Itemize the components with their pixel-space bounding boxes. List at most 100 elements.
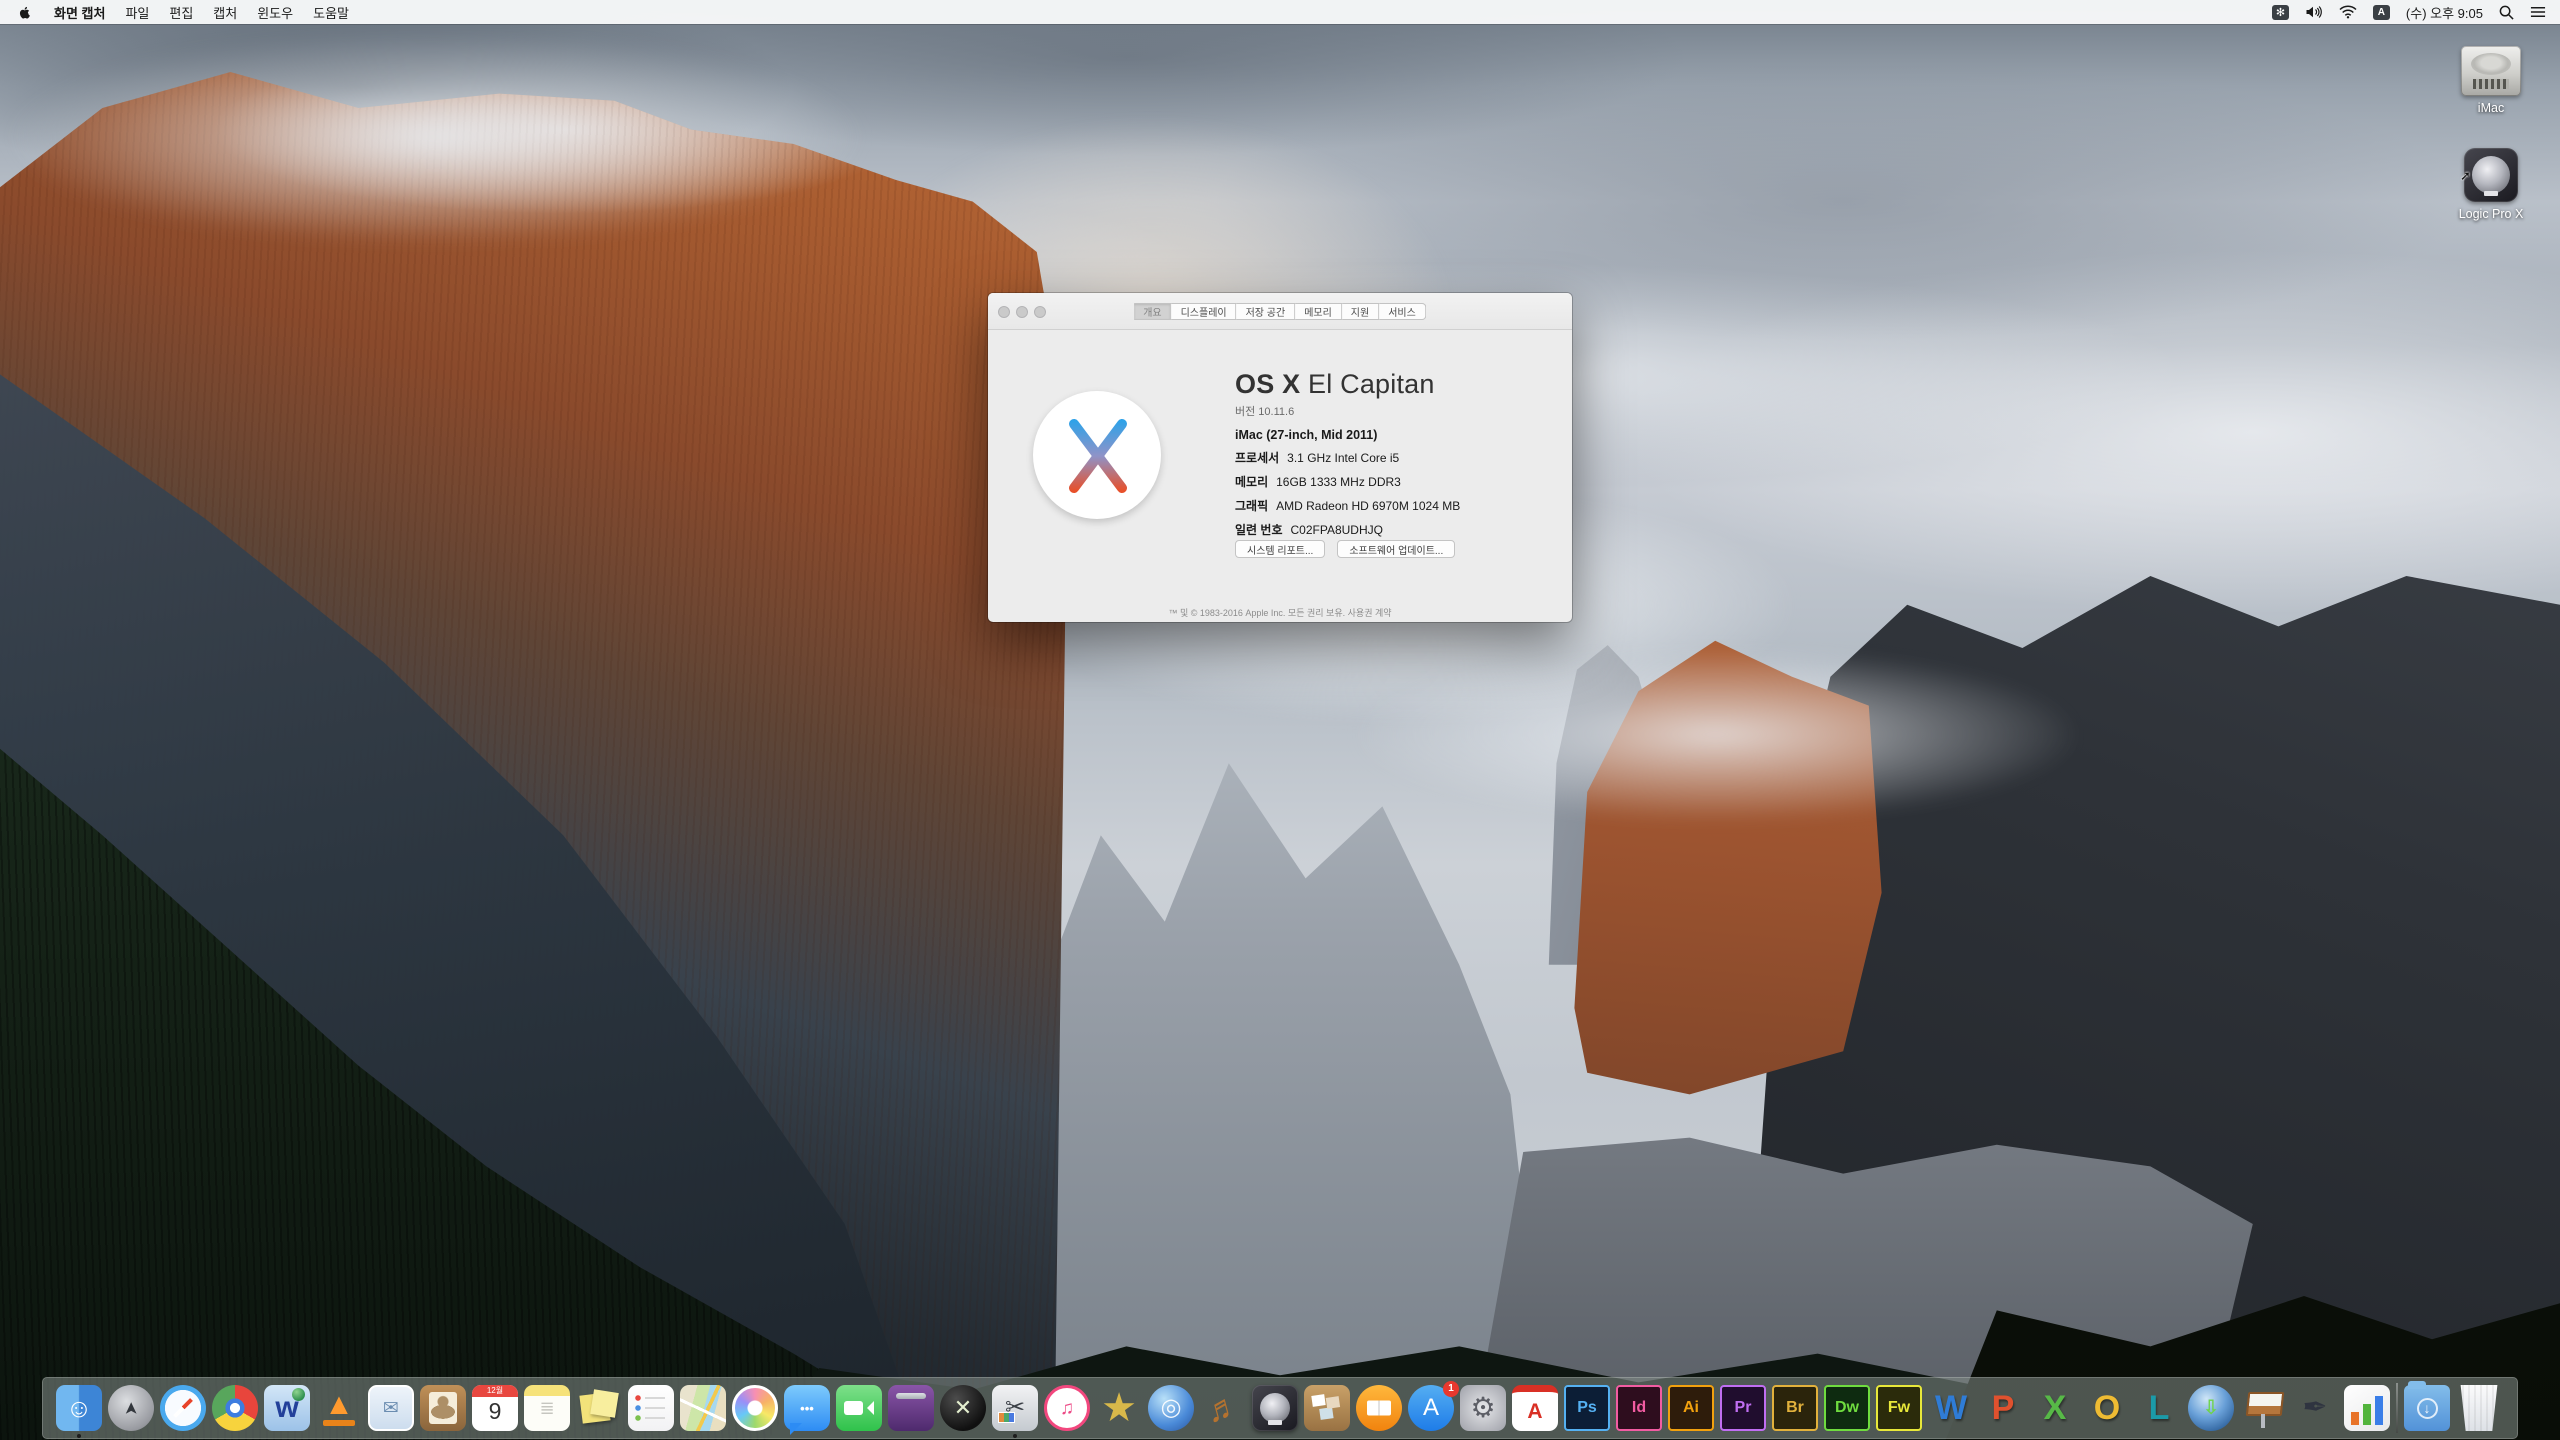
dock-item-webhard[interactable]: w [264,1385,310,1431]
dock-item-system-preferences[interactable]: ⚙ [1460,1385,1506,1431]
window-titlebar[interactable]: 개요디스플레이저장 공간메모리지원 서비스 [988,293,1572,330]
zoom-button[interactable] [1034,306,1046,318]
dock-item-reminders[interactable] [628,1385,674,1431]
dock-item-keynote[interactable] [2240,1385,2286,1431]
traffic-lights [998,306,1046,318]
spec-row: 일련 번호 C02FPA8UDHJQ [1235,521,1460,538]
dock-item-pages[interactable]: ✒ [2292,1385,2338,1431]
input-source-indicator[interactable]: A [2373,5,2390,20]
dock-item-internet-downloader[interactable]: ⇩ [2188,1385,2234,1431]
wallpaper-sky [0,0,2560,1440]
dock-item-app-store[interactable]: A1 [1408,1385,1454,1431]
ibooks-icon [1356,1385,1402,1431]
dock-item-finder[interactable]: ☺ [56,1385,102,1431]
powerpoint-icon: P [1980,1385,2026,1431]
dock-item-calendar[interactable]: 12월9 [472,1385,518,1431]
dock-item-safari[interactable] [160,1385,206,1431]
dock-item-garageband[interactable]: ♬ [1200,1385,1246,1431]
trash-icon [2456,1385,2502,1431]
dock-item-premiere[interactable]: Pr [1720,1385,1766,1431]
tab-label: 서비스 [1388,304,1416,319]
dock-item-numbers[interactable] [2344,1385,2390,1431]
menubar-menu[interactable]: 캡처 [213,3,237,22]
spec-value: 3.1 GHz Intel Core i5 [1287,451,1399,465]
dock-item-word[interactable]: W [1928,1385,1974,1431]
system-report-button[interactable]: 시스템 리포트... [1235,540,1325,558]
dock-item-fireworks[interactable]: Fw [1876,1385,1922,1431]
fan-control-icon[interactable]: ✻ [2272,5,2289,20]
dock-item-logic-pro-x[interactable] [1252,1385,1298,1431]
about-tab[interactable]: 디스플레이 [1172,303,1237,320]
spec-label: 프로세서 [1235,449,1279,466]
notification-center-icon[interactable] [2530,5,2546,19]
volume-icon[interactable] [2305,5,2323,19]
about-tab[interactable]: 서비스 [1379,303,1426,320]
spec-label: 일련 번호 [1235,521,1283,538]
dock-item-photoshop[interactable]: Ps [1564,1385,1610,1431]
os-title-strong: OS X [1235,369,1300,399]
dock-item-x-app[interactable]: ✕ [940,1385,986,1431]
menubar-menu[interactable]: 윈도우 [257,3,293,22]
wallpaper-snowy-ridges [0,0,2560,1440]
dock-item-bridge[interactable]: Br [1772,1385,1818,1431]
dock-item-vlc[interactable]: ▲ [316,1385,362,1431]
spec-list: 프로세서 3.1 GHz Intel Core i5 메모리 16GB 1333… [1235,449,1460,538]
desktop-icon-logic-pro-x[interactable]: ➚ Logic Pro X [2446,148,2536,221]
dock-item-ibooks[interactable] [1356,1385,1402,1431]
excel-icon: X [2032,1385,2078,1431]
menubar-app-name[interactable]: 화면 캡처 [54,3,105,22]
license-agreement-link[interactable]: 사용권 계약 [1348,608,1392,618]
about-tab[interactable]: 저장 공간 [1237,303,1296,320]
menubar-menu[interactable]: 편집 [169,3,193,22]
about-this-mac-window: 개요디스플레이저장 공간메모리지원서비스 OS X El Capitan 버전 … [988,293,1572,622]
dock-item-maps[interactable] [680,1385,726,1431]
dock-item-mail[interactable]: ✉ [368,1385,414,1431]
dock-item-screen-capture[interactable]: ✂ [992,1385,1038,1431]
dock-item-powerpoint[interactable]: P [1980,1385,2026,1431]
software-update-button[interactable]: 소프트웨어 업데이트... [1337,540,1455,558]
menu-bar-clock[interactable]: (수) 오후 9:05 [2406,3,2483,22]
dock-item-stickies[interactable] [576,1385,622,1431]
dock-item-messages[interactable]: ••• [784,1385,830,1431]
menubar-menu[interactable]: 도움말 [313,3,349,22]
chrome-icon [212,1385,258,1431]
close-button[interactable] [998,306,1010,318]
about-buttons: 시스템 리포트... 소프트웨어 업데이트... [1235,540,1455,558]
dock-item-iweb[interactable] [1304,1385,1350,1431]
wallpaper-snow-slope [0,0,2560,1440]
wallpaper-rock-fog [0,29,870,245]
dock-item-lync[interactable]: L [2136,1385,2182,1431]
wallpaper-rock-shadow [0,0,2560,1440]
dock-item-illustrator[interactable]: Ai [1668,1385,1714,1431]
dock-item-acrobat-reader[interactable]: A [1512,1385,1558,1431]
about-tab[interactable]: 개요 [1134,303,1171,320]
imovie-icon: ★ [1096,1385,1142,1431]
about-tab[interactable]: 지원 [1342,303,1379,320]
menubar-menu[interactable]: 파일 [125,3,149,22]
dock-item-itunes[interactable]: ♫ [1044,1385,1090,1431]
dock-item-idvd[interactable]: ◎ [1148,1385,1194,1431]
iweb-icon [1304,1385,1350,1431]
dock-item-notes[interactable]: ≣ [524,1385,570,1431]
about-tab[interactable]: 메모리 [1295,303,1342,320]
wifi-icon[interactable] [2339,5,2357,19]
dock-item-photos[interactable] [732,1385,778,1431]
dock-item-downloads[interactable]: ↓ [2404,1385,2450,1431]
dock-item-excel[interactable]: X [2032,1385,2078,1431]
minimize-button[interactable] [1016,306,1028,318]
dock-item-facetime[interactable] [836,1385,882,1431]
dock-item-toast[interactable] [888,1385,934,1431]
spotlight-search-icon[interactable] [2499,5,2514,20]
dock-item-outlook[interactable]: O [2084,1385,2130,1431]
apple-menu-icon[interactable] [18,5,32,20]
menu-bar-left: 화면 캡처 파일 편집 캡처 윈도우 도움말 [18,3,349,22]
dock-item-imovie[interactable]: ★ [1096,1385,1142,1431]
dock-item-trash[interactable] [2456,1385,2502,1431]
dock-item-chrome[interactable] [212,1385,258,1431]
dock-item-indesign[interactable]: Id [1616,1385,1662,1431]
dock-item-dreamweaver[interactable]: Dw [1824,1385,1870,1431]
desktop-screen: 화면 캡처 파일 편집 캡처 윈도우 도움말 ✻ A (수) 오후 9:05 [0,0,2560,1440]
dock-item-launchpad[interactable]: ➤ [108,1385,154,1431]
desktop-icon-imac-drive[interactable]: iMac [2446,46,2536,115]
dock-item-contacts[interactable] [420,1385,466,1431]
